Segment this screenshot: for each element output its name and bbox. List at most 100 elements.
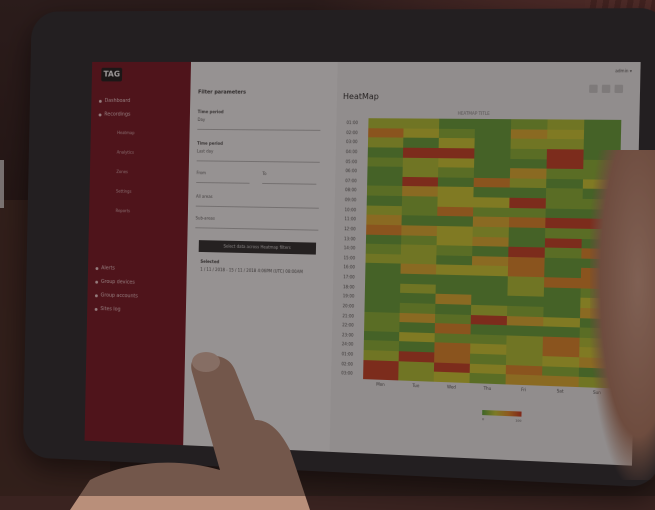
heatmap-cell[interactable] [403, 128, 440, 139]
heatmap-cell[interactable] [547, 119, 585, 130]
heatmap-cell[interactable] [366, 185, 403, 197]
heatmap-cell[interactable] [368, 118, 404, 129]
heatmap-cell[interactable] [398, 370, 434, 382]
heatmap-cell[interactable] [510, 148, 547, 159]
heatmap-cell[interactable] [472, 206, 510, 218]
heatmap-cell[interactable] [366, 205, 402, 216]
tool-button[interactable] [589, 84, 598, 93]
heatmap-y-label: 18:00 [342, 283, 355, 290]
heatmap-cell[interactable] [474, 158, 511, 169]
heatmap-cell[interactable] [438, 157, 475, 168]
heatmap-cell[interactable] [473, 177, 510, 188]
heatmap-cell[interactable] [368, 127, 404, 138]
to-date-field[interactable]: To [262, 171, 317, 185]
heatmap-cell[interactable] [438, 138, 475, 149]
heatmap-y-label: 02:00 [346, 129, 358, 135]
heatmap-cell[interactable] [473, 187, 510, 198]
heatmap-y-label: 21:00 [342, 312, 354, 319]
heatmap-cell[interactable] [437, 196, 474, 207]
heatmap-cell[interactable] [402, 157, 439, 168]
heatmap-cell[interactable] [401, 196, 438, 207]
heatmap-cell[interactable] [402, 147, 439, 158]
heatmap-cell[interactable] [473, 167, 511, 179]
sidebar-item-group-devices[interactable]: Group devices [95, 276, 183, 290]
heatmap-cell[interactable] [545, 188, 583, 199]
heatmap-cell[interactable] [509, 187, 547, 199]
heatmap-cell[interactable] [546, 168, 584, 180]
heatmap-cell[interactable] [438, 167, 475, 178]
heatmap-cell[interactable] [439, 118, 476, 129]
from-date-field[interactable]: From [196, 170, 250, 184]
select-data-button[interactable]: Select data across Heatmap filters [198, 240, 317, 255]
background-mark [0, 160, 4, 208]
heatmap-cell[interactable] [403, 137, 439, 148]
tool-button[interactable] [601, 84, 611, 93]
sidebar-subitem[interactable]: Heatmap [117, 122, 186, 142]
heatmap-cell[interactable] [510, 138, 548, 149]
heatmap-cell[interactable] [436, 216, 473, 227]
heatmap-cell[interactable] [584, 119, 622, 130]
heatmap-cell[interactable] [401, 205, 438, 217]
sidebar-subitem[interactable]: Analytics [117, 142, 186, 162]
heatmap-cell[interactable] [509, 207, 546, 219]
heatmap-cell[interactable] [367, 147, 404, 158]
heatmap-cell[interactable] [545, 198, 583, 209]
sidebar-subitem[interactable]: Zones [116, 161, 185, 181]
heatmap-cell[interactable] [505, 374, 543, 386]
user-menu[interactable]: admin ▾ [615, 68, 632, 73]
time-select[interactable]: Day [197, 117, 321, 131]
heatmap-cell[interactable] [402, 176, 439, 187]
heatmap-cell[interactable] [509, 168, 547, 179]
heatmap-cell[interactable] [545, 208, 583, 219]
heatmap-cell[interactable] [474, 138, 511, 149]
heatmap-cell[interactable] [367, 156, 403, 167]
heatmap-cell[interactable] [438, 128, 475, 139]
heatmap-cell[interactable] [510, 158, 547, 169]
heatmap-cell[interactable] [510, 128, 548, 140]
heatmap-cell[interactable] [437, 177, 474, 188]
sidebar-subitem[interactable]: Reports [115, 200, 184, 221]
app-logo[interactable]: TAG [101, 67, 123, 82]
heatmap-cell[interactable] [402, 166, 439, 178]
group-field[interactable]: All areas [195, 193, 320, 209]
sidebar-item-recordings[interactable]: Recordings [98, 109, 187, 121]
heatmap-cell[interactable] [546, 158, 584, 170]
heatmap-cell[interactable] [367, 166, 403, 177]
heatmap-cell[interactable] [438, 147, 475, 159]
heatmap-cell[interactable] [363, 369, 399, 381]
period-select[interactable]: Last day [196, 148, 321, 163]
heatmap-cell[interactable] [474, 118, 512, 129]
heatmap-cell[interactable] [474, 148, 511, 159]
heatmap-cell[interactable] [509, 178, 547, 189]
heatmap-cell[interactable] [547, 129, 585, 140]
heatmap-cell[interactable] [403, 118, 440, 129]
sidebar-item-dashboard[interactable]: Dashboard [98, 95, 187, 107]
heatmap-cell[interactable] [366, 195, 403, 206]
heatmap-cell[interactable] [546, 148, 584, 160]
heatmap-cell[interactable] [583, 129, 622, 140]
heatmap-cell[interactable] [583, 139, 621, 150]
heatmap-cell[interactable] [546, 139, 584, 150]
heatmap-cell[interactable] [433, 371, 470, 384]
period-label: Time period [196, 140, 224, 146]
heatmap-cell[interactable] [474, 128, 511, 139]
sidebar-item-alerts[interactable]: Alerts [95, 262, 183, 276]
heatmap-cell[interactable] [367, 176, 403, 187]
sidebar-subitem[interactable]: Settings [116, 181, 185, 202]
heatmap-cell[interactable] [437, 186, 474, 198]
heatmap-cell[interactable] [367, 137, 404, 148]
heatmap-cell[interactable] [546, 178, 584, 190]
heatmap-cell[interactable] [469, 373, 506, 385]
heatmap-cell[interactable] [473, 197, 510, 208]
heatmap-cell[interactable] [545, 218, 583, 229]
heatmap-cell[interactable] [541, 375, 579, 388]
heatmap-cell[interactable] [402, 186, 438, 197]
sidebar-item-sites-log[interactable]: Sites log [94, 303, 183, 317]
heatmap-cell[interactable] [509, 197, 546, 209]
sidebar-item-group-accounts[interactable]: Group accounts [94, 289, 183, 303]
filter-field[interactable]: Sub-areas [195, 215, 319, 231]
tool-button[interactable] [614, 84, 624, 94]
heatmap-cell[interactable] [510, 119, 548, 130]
heatmap-cell[interactable] [437, 206, 474, 217]
heatmap-y-label: 07:00 [345, 177, 357, 184]
